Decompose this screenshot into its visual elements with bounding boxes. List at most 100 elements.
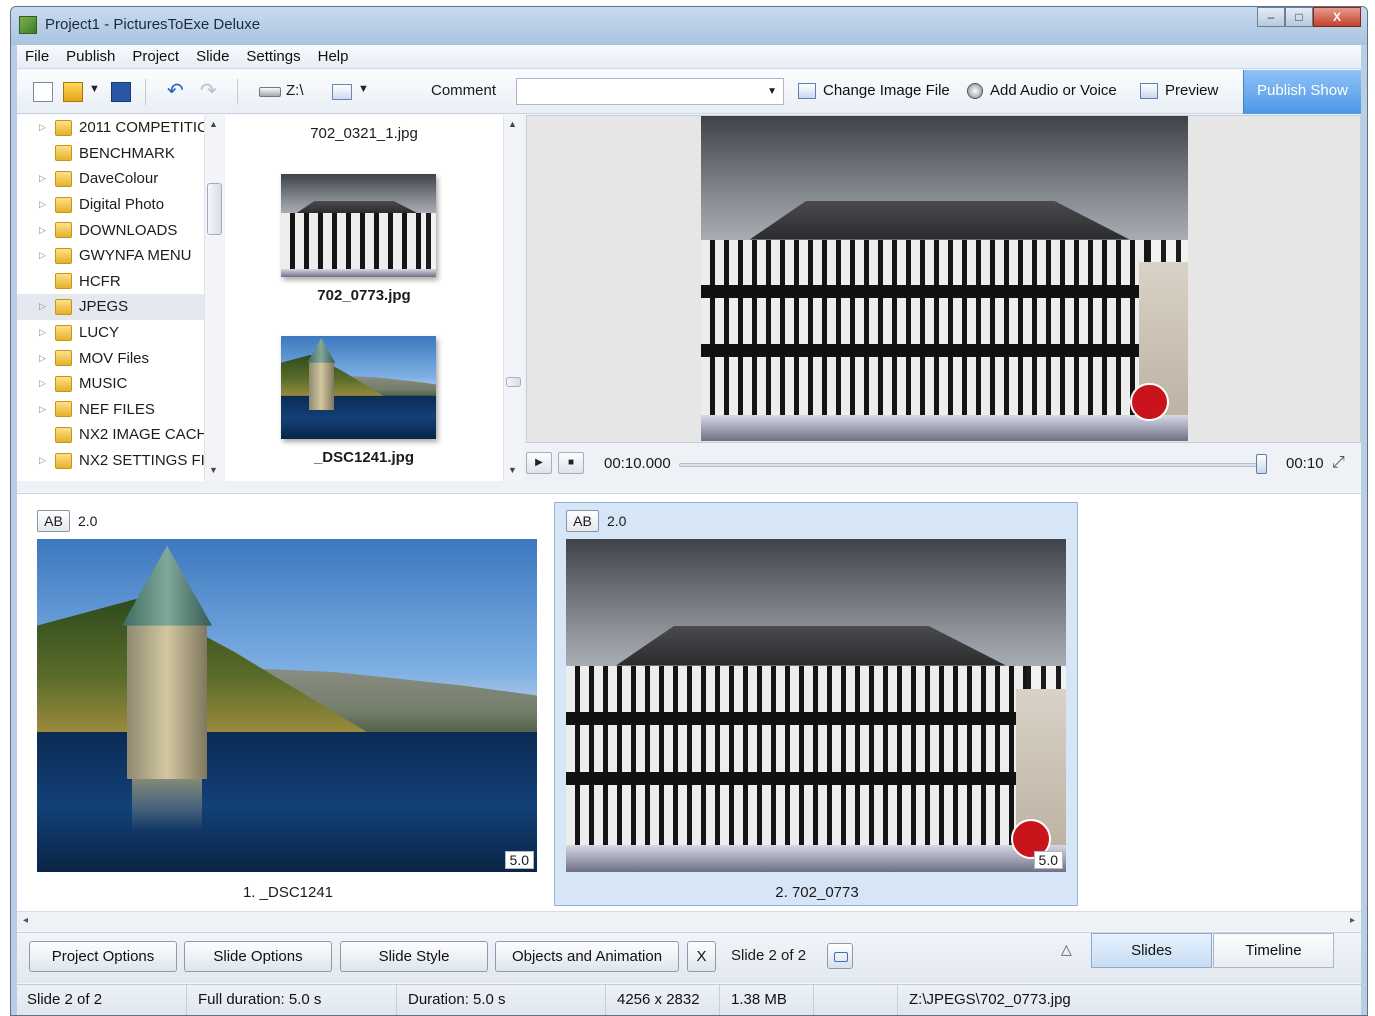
menu-help[interactable]: Help — [318, 48, 349, 65]
toolbar-divider — [237, 79, 238, 105]
folder-item[interactable]: ▷ MOV Files — [17, 345, 224, 371]
file-name[interactable]: 702_0773.jpg — [225, 287, 503, 304]
title-bar[interactable]: Project1 - PicturesToExe Deluxe – □ X — [11, 7, 1367, 45]
transition-badge[interactable]: AB — [37, 510, 70, 532]
view-mode-icon[interactable] — [332, 84, 352, 100]
expand-arrow-icon[interactable]: ▷ — [39, 199, 51, 210]
slide-duration[interactable]: 5.0 — [504, 851, 534, 869]
expand-arrow-icon[interactable]: ▷ — [39, 301, 51, 312]
tab-timeline[interactable]: Timeline — [1213, 933, 1334, 968]
add-audio-button[interactable]: Add Audio or Voice — [967, 82, 1117, 99]
folder-item[interactable]: ▷ JPEGS — [17, 294, 224, 320]
chevron-down-icon[interactable]: ▼ — [767, 86, 777, 97]
folder-item[interactable]: ▷ MUSIC — [17, 371, 224, 397]
redo-icon[interactable]: ↷ — [200, 81, 220, 102]
expand-arrow-icon[interactable]: ▷ — [39, 225, 51, 236]
undo-icon[interactable]: ↶ — [167, 81, 187, 102]
preview-panel — [526, 115, 1361, 443]
expand-arrow-icon[interactable]: ▷ — [39, 250, 51, 261]
folder-label: BENCHMARK — [79, 144, 175, 162]
tab-slides[interactable]: Slides — [1091, 933, 1212, 968]
menu-slide[interactable]: Slide — [196, 48, 229, 65]
close-x-button[interactable]: X — [687, 941, 716, 972]
folder-item[interactable]: HCFR — [17, 269, 224, 295]
folder-item[interactable]: ▷ 2011 COMPETITIC — [17, 115, 224, 141]
scroll-left-icon[interactable]: ◂ — [23, 915, 28, 926]
slide-2[interactable]: AB 2.0 5.0 2. 702_0773 — [554, 502, 1078, 906]
folder-item[interactable]: ▷ GWYNFA MENU — [17, 243, 224, 269]
expand-arrow-icon[interactable]: ▷ — [39, 378, 51, 389]
close-button[interactable]: X — [1313, 7, 1361, 27]
expand-arrow-icon[interactable]: ▷ — [39, 455, 51, 466]
play-icon[interactable]: ▶ — [526, 452, 552, 474]
folder-label: HCFR — [79, 272, 121, 290]
expand-arrow-icon[interactable]: ▷ — [39, 122, 51, 133]
expand-arrow-icon[interactable]: ▷ — [39, 353, 51, 364]
thumbnail-dsc1241[interactable] — [281, 336, 436, 439]
slide-1-image[interactable] — [37, 539, 537, 872]
thumbnails-scrollbar[interactable]: ▲ ▼ — [503, 115, 523, 481]
transition-badge[interactable]: AB — [566, 510, 599, 532]
maximize-button[interactable]: □ — [1285, 7, 1313, 27]
folder-label: DOWNLOADS — [79, 221, 178, 239]
audio-icon — [967, 82, 983, 99]
slide-list: AB 2.0 5.0 1. _DSC1241 AB 2.0 5.0 2. 702… — [17, 493, 1361, 911]
fullscreen-icon[interactable]: ⤢ — [1332, 454, 1345, 472]
folder-item[interactable]: BENCHMARK — [17, 141, 224, 167]
file-name[interactable]: 702_0321_1.jpg — [225, 125, 503, 142]
slide-options-button[interactable]: Slide Options — [184, 941, 332, 972]
menu-file[interactable]: File — [25, 48, 49, 65]
minimize-button[interactable]: – — [1257, 7, 1285, 27]
expand-arrow-icon[interactable]: ▷ — [39, 327, 51, 338]
drive-icon[interactable] — [259, 87, 281, 97]
folder-label: NX2 IMAGE CACH — [79, 426, 208, 444]
folder-item[interactable]: ▷ NEF FILES — [17, 397, 224, 423]
folder-item[interactable]: ▷ Digital Photo — [17, 192, 224, 218]
folder-tree-scrollbar[interactable]: ▲ ▼ — [204, 115, 224, 481]
file-name[interactable]: _DSC1241.jpg — [225, 449, 503, 466]
folder-item[interactable]: ▷ LUCY — [17, 320, 224, 346]
open-recent-dropdown-icon[interactable]: ▼ — [89, 83, 100, 95]
folder-tree: ▷ 2011 COMPETITIC BENCHMARK ▷ DaveColour ▷ Dig… — [17, 115, 224, 481]
project-options-button[interactable]: Project Options — [29, 941, 177, 972]
objects-animation-button[interactable]: Objects and Animation — [495, 941, 679, 972]
drive-label[interactable]: Z:\ — [286, 82, 304, 99]
scroll-thumb[interactable] — [506, 377, 521, 387]
status-filesize: 1.38 MB — [721, 985, 814, 1015]
expand-arrow-icon[interactable]: ▷ — [39, 173, 51, 184]
publish-show-button[interactable]: Publish Show — [1243, 70, 1361, 114]
timeline-slider[interactable] — [679, 463, 1264, 467]
expand-arrow-icon[interactable]: ▷ — [39, 404, 51, 415]
scroll-up-icon[interactable]: ▲ — [508, 119, 517, 129]
folder-item[interactable]: ▷ NX2 SETTINGS FIL — [17, 448, 224, 474]
scroll-right-icon[interactable]: ▸ — [1350, 915, 1355, 926]
folder-item[interactable]: ▷ DOWNLOADS — [17, 217, 224, 243]
slide-1[interactable]: AB 2.0 5.0 1. _DSC1241 — [25, 502, 549, 906]
scroll-down-icon[interactable]: ▼ — [508, 465, 517, 475]
change-image-file-button[interactable]: Change Image File — [798, 82, 950, 99]
comment-combobox[interactable]: ▼ — [516, 78, 784, 105]
slide-2-image[interactable] — [566, 539, 1066, 872]
slide-list-scrollbar[interactable]: ◂ ▸ — [17, 911, 1361, 931]
scroll-thumb[interactable] — [207, 183, 222, 235]
menu-project[interactable]: Project — [132, 48, 179, 65]
new-project-icon[interactable] — [33, 82, 53, 102]
folder-item[interactable]: ▷ DaveColour — [17, 166, 224, 192]
tray-icon[interactable] — [827, 943, 853, 969]
stop-icon[interactable]: ■ — [558, 452, 584, 474]
folder-item[interactable]: NX2 IMAGE CACH — [17, 422, 224, 448]
timeline-slider-handle[interactable] — [1256, 454, 1267, 474]
collapse-triangle-icon[interactable]: △ — [1061, 941, 1072, 958]
open-project-icon[interactable] — [63, 82, 83, 102]
thumbnail-702_0773[interactable] — [281, 174, 436, 277]
menu-settings[interactable]: Settings — [246, 48, 300, 65]
save-icon[interactable] — [111, 82, 131, 102]
preview-button[interactable]: Preview — [1140, 82, 1218, 99]
slide-style-button[interactable]: Slide Style — [340, 941, 488, 972]
app-icon — [19, 16, 37, 34]
menu-publish[interactable]: Publish — [66, 48, 115, 65]
scroll-down-icon[interactable]: ▼ — [209, 465, 218, 475]
scroll-up-icon[interactable]: ▲ — [209, 119, 218, 129]
slide-duration[interactable]: 5.0 — [1033, 851, 1063, 869]
view-mode-dropdown-icon[interactable]: ▼ — [358, 83, 369, 95]
